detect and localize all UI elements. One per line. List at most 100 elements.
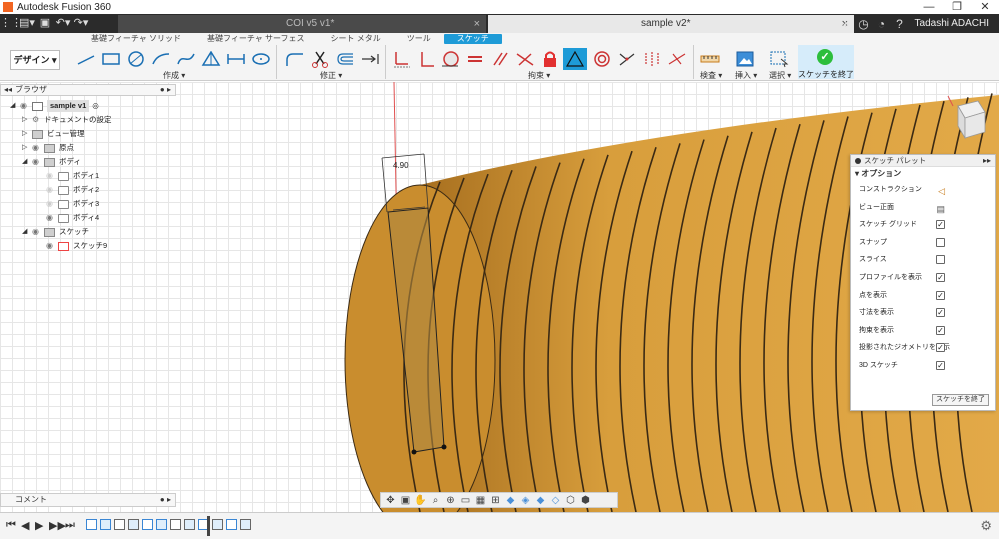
checkbox[interactable] xyxy=(936,255,945,265)
polygon-icon[interactable] xyxy=(199,48,223,70)
collinear-constraint-icon[interactable] xyxy=(615,48,639,70)
cube-shaded-icon[interactable]: ◈ xyxy=(518,495,533,506)
option-show-projected-geometry[interactable]: 投影されたジオメトリを表示 ✓ xyxy=(851,339,995,357)
visibility-icon[interactable]: ◉ xyxy=(32,156,44,168)
grid-menu-icon[interactable]: ⋮⋮ xyxy=(0,14,22,33)
collapse-icon[interactable]: ◂◂ xyxy=(4,85,12,95)
option-snap[interactable]: スナップ xyxy=(851,234,995,252)
look-at-icon[interactable]: ▣ xyxy=(398,495,413,506)
new-tab-icon[interactable]: + xyxy=(837,17,855,31)
timeline-feature-icon[interactable] xyxy=(184,519,195,530)
play-icon[interactable]: ▶ xyxy=(35,519,43,532)
step-forward-icon[interactable]: ▶▶ xyxy=(49,519,66,532)
expand-icon[interactable]: ▷ xyxy=(22,142,32,154)
visibility-icon[interactable]: ◉ xyxy=(46,184,58,196)
checkbox[interactable]: ✓ xyxy=(936,308,945,318)
cube-home-icon[interactable]: ⬢ xyxy=(578,495,593,506)
cube-side-icon[interactable]: ◇ xyxy=(548,495,563,506)
expand-icon[interactable]: ◢ xyxy=(10,100,20,112)
dimension-value[interactable]: 4.90 xyxy=(393,161,409,170)
insert-image-icon[interactable] xyxy=(733,48,757,70)
timeline-feature-icon[interactable] xyxy=(226,519,237,530)
activate-radio-icon[interactable]: ◎ xyxy=(92,100,99,112)
user-name[interactable]: Tadashi ADACHI xyxy=(915,18,989,29)
slot-icon[interactable] xyxy=(224,48,248,70)
viewports-icon[interactable]: ⊞ xyxy=(488,495,503,506)
ellipse-icon[interactable] xyxy=(249,48,273,70)
tab-surface[interactable]: 基礎フィーチャ サーフェス xyxy=(194,34,318,44)
extend-icon[interactable] xyxy=(358,48,382,70)
file-menu-icon[interactable]: ▤▾ xyxy=(18,14,36,33)
expand-icon[interactable]: ▸▸ xyxy=(983,155,991,167)
visibility-icon[interactable]: ◉ xyxy=(46,198,58,210)
option-3d-sketch[interactable]: 3D スケッチ ✓ xyxy=(851,357,995,375)
tree-item-origin[interactable]: ▷ ◉ 原点 xyxy=(22,142,74,154)
expand-icon[interactable]: ◢ xyxy=(22,226,32,238)
tree-item-body3[interactable]: ◉ ボディ3 xyxy=(46,198,99,210)
tree-item-body1[interactable]: ◉ ボディ1 xyxy=(46,170,99,182)
tab-sheet-metal[interactable]: シート メタル xyxy=(318,34,394,44)
pan-hand-icon[interactable]: ✋ xyxy=(413,495,428,506)
grid-settings-icon[interactable]: ▦ xyxy=(473,495,488,506)
checkbox[interactable]: ✓ xyxy=(936,290,945,300)
tab-tools[interactable]: ツール xyxy=(394,34,444,44)
trim-scissors-icon[interactable] xyxy=(308,48,332,70)
finish-sketch-button[interactable]: ✓ スケッチを終了 ▾ xyxy=(798,45,854,89)
zoom-icon[interactable]: ⌕ xyxy=(428,495,443,506)
timeline-feature-icon[interactable] xyxy=(142,519,153,530)
timeline-feature-icon[interactable] xyxy=(240,519,251,530)
checkbox[interactable]: ✓ xyxy=(936,272,945,282)
go-to-start-icon[interactable]: ⏮ xyxy=(6,519,16,532)
visibility-icon[interactable]: ◉ xyxy=(46,240,58,252)
timeline-feature-icon[interactable] xyxy=(212,519,223,530)
tab-coi[interactable]: COI v5 v1* × xyxy=(118,15,486,33)
go-to-end-icon[interactable]: ⏭ xyxy=(65,519,75,532)
measure-icon[interactable] xyxy=(698,48,722,70)
timeline-feature-icon[interactable] xyxy=(100,519,111,530)
curvature-constraint-icon[interactable] xyxy=(665,48,689,70)
expand-icon[interactable]: ▷ xyxy=(22,114,32,126)
symmetry-constraint-icon[interactable] xyxy=(640,48,664,70)
option-sketch-grid[interactable]: スケッチ グリッド ✓ xyxy=(851,216,995,234)
options-section[interactable]: ▾ オプション xyxy=(851,167,995,181)
option-slice[interactable]: スライス xyxy=(851,251,995,269)
tree-item-sketch9[interactable]: ◉ スケッチ9 xyxy=(46,240,107,252)
visibility-icon[interactable]: ◉ xyxy=(46,212,58,224)
timeline-feature-icon[interactable] xyxy=(128,519,139,530)
option-construction[interactable]: コンストラクション ◁ xyxy=(851,181,995,199)
timeline-feature-icon[interactable] xyxy=(156,519,167,530)
cube-front-icon[interactable]: ◆ xyxy=(533,495,548,506)
checkbox[interactable]: ✓ xyxy=(936,220,945,230)
visibility-icon[interactable]: ◉ xyxy=(32,142,44,154)
tab-sample[interactable]: sample v2* × xyxy=(488,15,854,33)
tangent-constraint-icon[interactable] xyxy=(438,48,462,70)
close-button[interactable]: ✕ xyxy=(971,0,999,14)
option-look-at[interactable]: ビュー正面 ▤ xyxy=(851,199,995,217)
palette-header[interactable]: スケッチ パレット ▸▸ xyxy=(851,155,995,167)
insert-group-label[interactable]: 挿入 ▾ xyxy=(735,70,757,81)
checkbox[interactable]: ✓ xyxy=(936,343,945,353)
circle-icon[interactable] xyxy=(124,48,148,70)
midpoint-constraint-icon[interactable] xyxy=(563,48,587,70)
undo-icon[interactable]: ↶▾ xyxy=(54,14,72,33)
coincident-constraint-icon[interactable] xyxy=(414,48,438,70)
comment-panel[interactable]: コメント ● ▸ xyxy=(0,493,176,507)
restore-button[interactable]: ❐ xyxy=(943,0,971,14)
tree-item-view-management[interactable]: ▷ ビュー管理 xyxy=(22,128,85,140)
checkbox[interactable]: ✓ xyxy=(936,360,945,370)
fillet-icon[interactable] xyxy=(283,48,307,70)
orbit-icon[interactable]: ✥ xyxy=(383,495,398,506)
close-tab-icon[interactable]: × xyxy=(474,15,480,33)
redo-icon[interactable]: ↷▾ xyxy=(72,14,90,33)
tree-item-body2[interactable]: ◉ ボディ2 xyxy=(46,184,99,196)
concentric-constraint-icon[interactable] xyxy=(590,48,614,70)
help-icon[interactable]: ? xyxy=(891,17,909,31)
expand-icon[interactable]: ◢ xyxy=(22,156,32,168)
gear-icon[interactable]: ⚙ xyxy=(980,518,992,534)
select-group-label[interactable]: 選択 ▾ xyxy=(769,70,791,81)
tree-item-sketches[interactable]: ◢ ◉ スケッチ xyxy=(22,226,89,238)
perpendicular-constraint-icon[interactable] xyxy=(513,48,537,70)
sketch-point[interactable] xyxy=(441,444,447,450)
timeline-feature-icon[interactable] xyxy=(86,519,97,530)
option-show-constraints[interactable]: 拘束を表示 ✓ xyxy=(851,322,995,340)
